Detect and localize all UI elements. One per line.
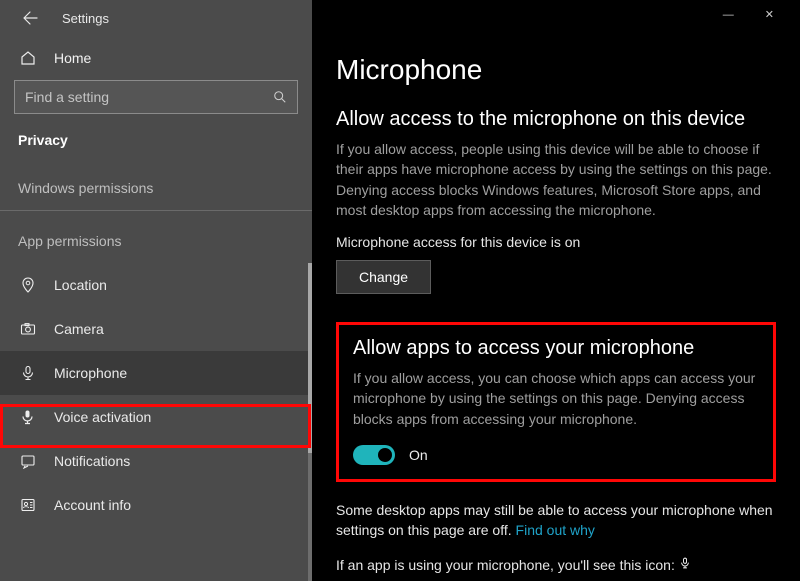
section-heading-apps-access: Allow apps to access your microphone bbox=[353, 337, 759, 368]
sidebar-item-camera[interactable]: Camera bbox=[0, 307, 312, 351]
notifications-icon bbox=[20, 453, 36, 469]
group-app-permissions: App permissions bbox=[0, 211, 312, 249]
main-panel: — ✕ Microphone Allow access to the micro… bbox=[312, 0, 800, 581]
settings-sidebar: Settings Home Privacy Windows permission… bbox=[0, 0, 312, 581]
section-desc-apps-access: If you allow access, you can choose whic… bbox=[353, 368, 759, 439]
device-access-status: Microphone access for this device is on bbox=[336, 234, 776, 260]
page-title: Microphone bbox=[336, 18, 776, 108]
camera-icon bbox=[20, 321, 36, 337]
sidebar-item-voice-activation[interactable]: Voice activation bbox=[0, 395, 312, 439]
window-title: Settings bbox=[62, 11, 109, 26]
sidebar-section-label: Privacy bbox=[0, 114, 312, 148]
sidebar-item-microphone[interactable]: Microphone bbox=[0, 351, 312, 395]
sidebar-item-label: Notifications bbox=[54, 453, 130, 469]
apps-access-toggle[interactable] bbox=[353, 445, 395, 465]
sidebar-item-location[interactable]: Location bbox=[0, 263, 312, 307]
sidebar-item-label: Home bbox=[54, 50, 91, 66]
search-input[interactable] bbox=[25, 89, 255, 105]
sidebar-item-notifications[interactable]: Notifications bbox=[0, 439, 312, 483]
back-icon[interactable] bbox=[22, 10, 38, 26]
section-heading-device-access: Allow access to the microphone on this d… bbox=[336, 108, 776, 139]
sidebar-item-home[interactable]: Home bbox=[0, 36, 312, 80]
section-desc-device-access: If you allow access, people using this d… bbox=[336, 139, 776, 234]
sidebar-item-label: Location bbox=[54, 277, 107, 293]
sidebar-item-label: Voice activation bbox=[54, 409, 151, 425]
app-using-note: If an app is using your microphone, you'… bbox=[336, 555, 776, 575]
desktop-apps-note: Some desktop apps may still be able to a… bbox=[336, 500, 776, 541]
sidebar-item-account-info[interactable]: Account info bbox=[0, 483, 312, 527]
sidebar-item-label: Camera bbox=[54, 321, 104, 337]
window-controls[interactable]: — ✕ bbox=[723, 8, 788, 21]
sidebar-item-label: Account info bbox=[54, 497, 131, 513]
change-button[interactable]: Change bbox=[336, 260, 431, 294]
toggle-state-label: On bbox=[409, 447, 428, 463]
location-icon bbox=[20, 277, 36, 293]
account-info-icon bbox=[20, 497, 36, 513]
nav-list: Location Camera Microphone Voice activat… bbox=[0, 263, 312, 527]
voice-activation-icon bbox=[20, 409, 36, 425]
find-out-why-link[interactable]: Find out why bbox=[516, 522, 595, 538]
group-windows-permissions: Windows permissions bbox=[0, 148, 312, 196]
highlight-box-apps-access: Allow apps to access your microphone If … bbox=[336, 322, 776, 482]
search-icon bbox=[273, 90, 287, 104]
home-icon bbox=[20, 50, 36, 66]
sidebar-item-label: Microphone bbox=[54, 365, 127, 381]
search-box[interactable] bbox=[14, 80, 298, 114]
microphone-inline-icon bbox=[679, 556, 691, 570]
microphone-icon bbox=[20, 365, 36, 381]
